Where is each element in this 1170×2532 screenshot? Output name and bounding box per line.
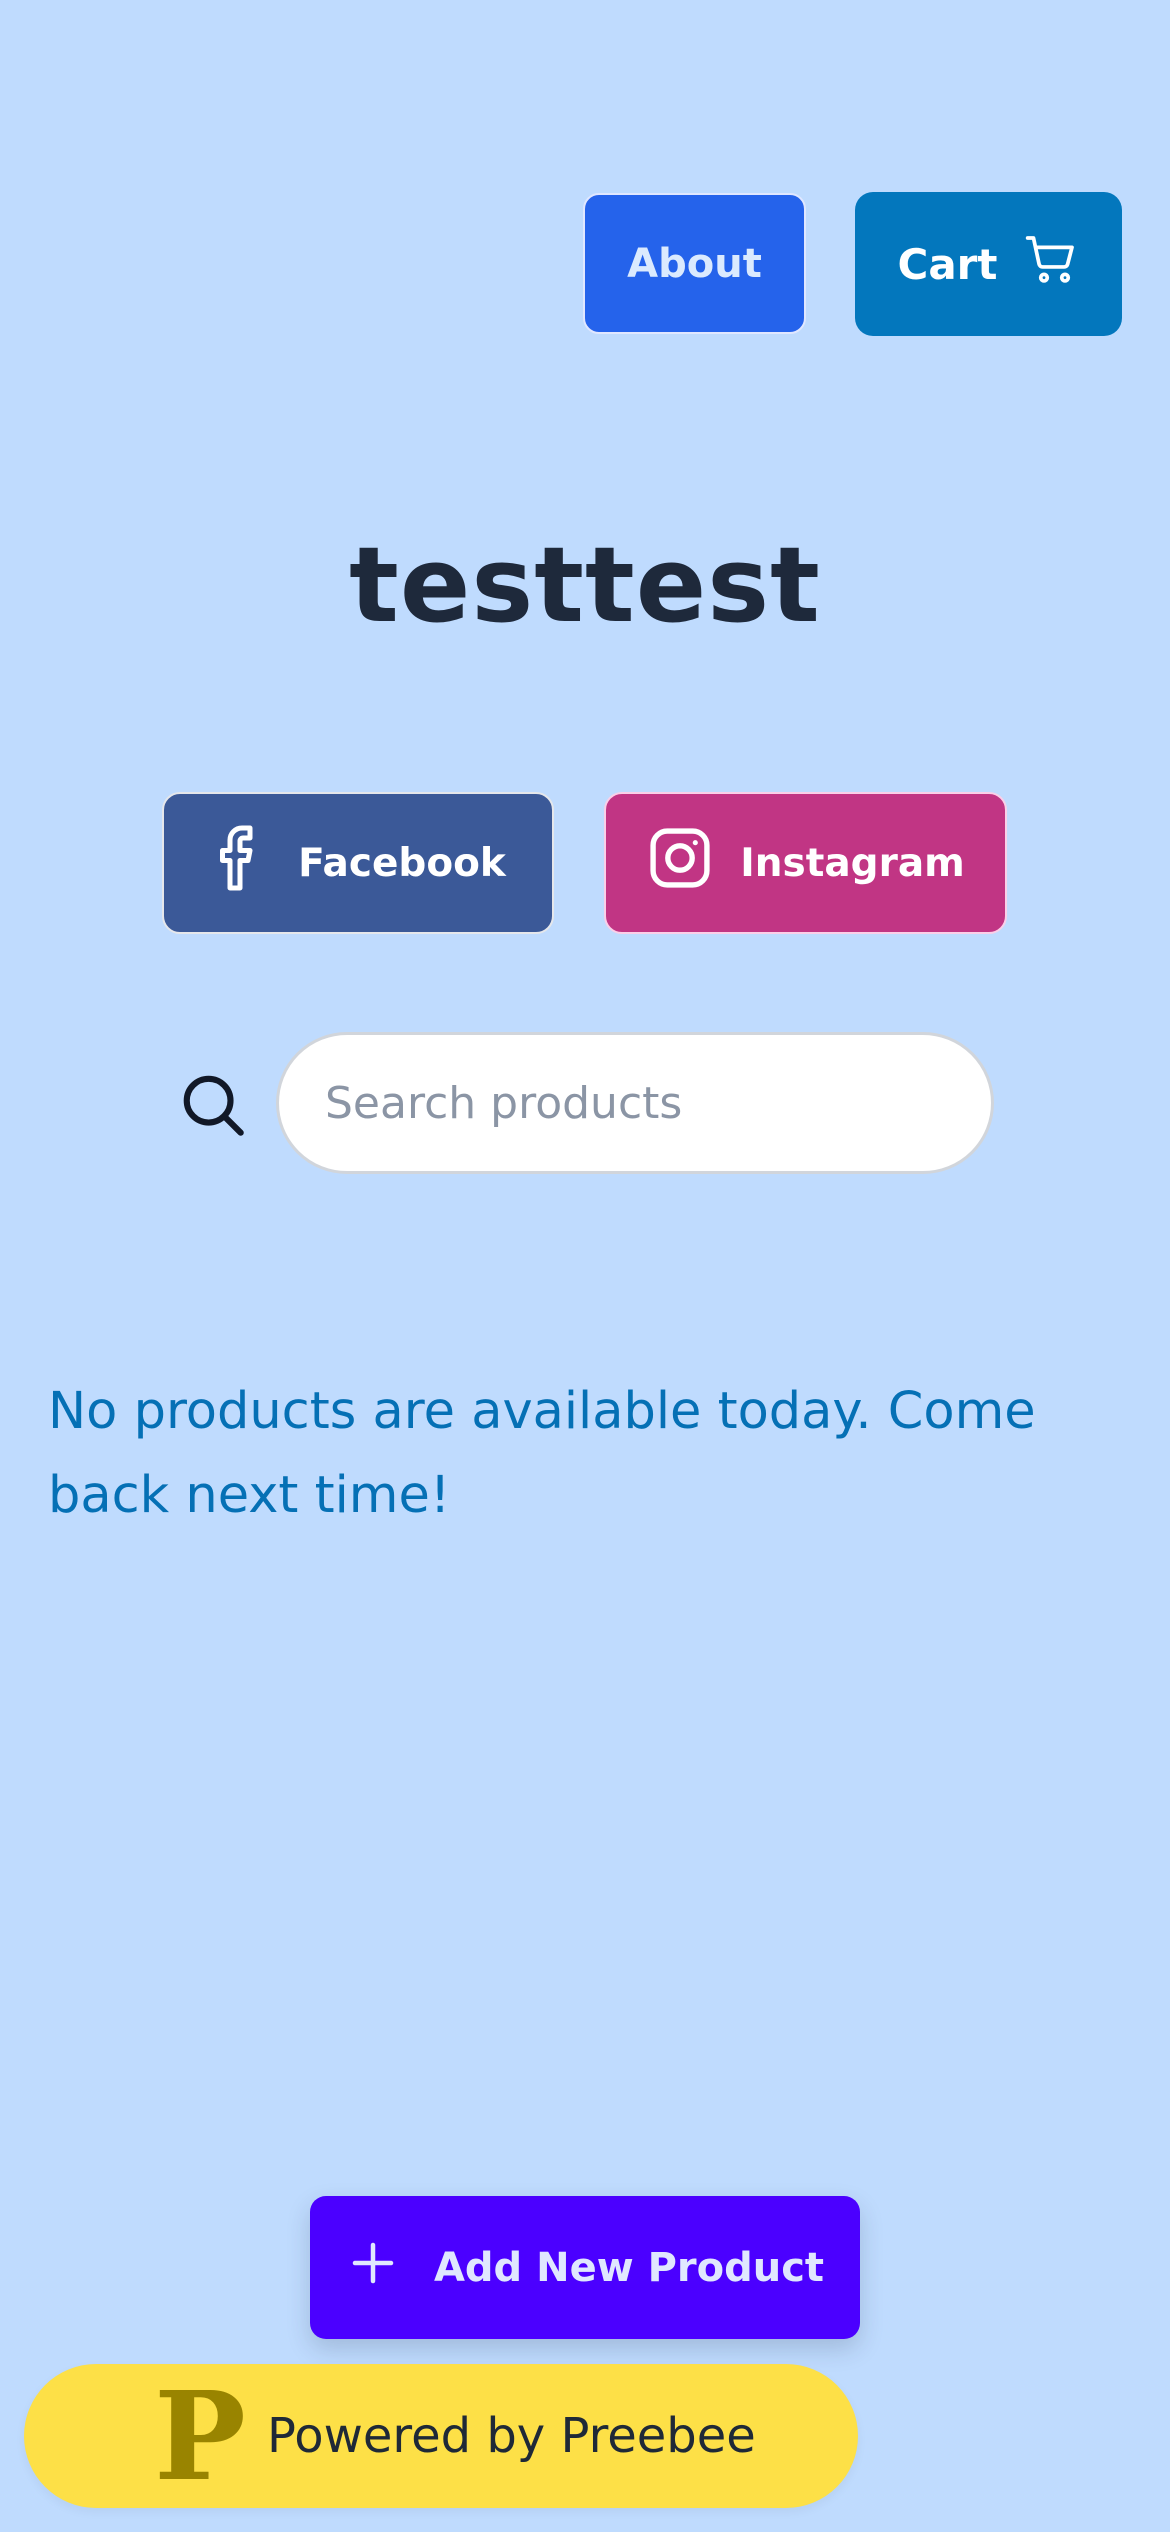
instagram-button[interactable]: Instagram — [604, 792, 1007, 934]
powered-by-badge[interactable]: P Powered by Preebee — [24, 2364, 858, 2508]
about-button[interactable]: About — [583, 193, 806, 334]
plus-icon — [346, 2236, 400, 2300]
preebee-logo: P — [154, 2364, 246, 2508]
facebook-button-label: Facebook — [298, 840, 506, 886]
instagram-button-label: Instagram — [740, 840, 965, 886]
facebook-icon — [210, 823, 270, 903]
search-input[interactable] — [276, 1032, 994, 1174]
add-new-product-button[interactable]: Add New Product — [310, 2196, 860, 2339]
empty-products-message: No products are available today. Come ba… — [48, 1382, 1036, 1525]
store-title: testtest — [349, 524, 821, 646]
powered-by-text: Powered by Preebee — [267, 2408, 756, 2464]
facebook-button[interactable]: Facebook — [162, 792, 554, 934]
shopping-cart-icon — [1023, 231, 1079, 297]
search-icon — [178, 1070, 248, 1140]
instagram-icon — [646, 824, 714, 902]
cart-button-label: Cart — [897, 239, 998, 289]
add-new-product-label: Add New Product — [433, 2244, 825, 2291]
cart-button[interactable]: Cart — [855, 192, 1122, 336]
about-button-label: About — [627, 240, 762, 287]
